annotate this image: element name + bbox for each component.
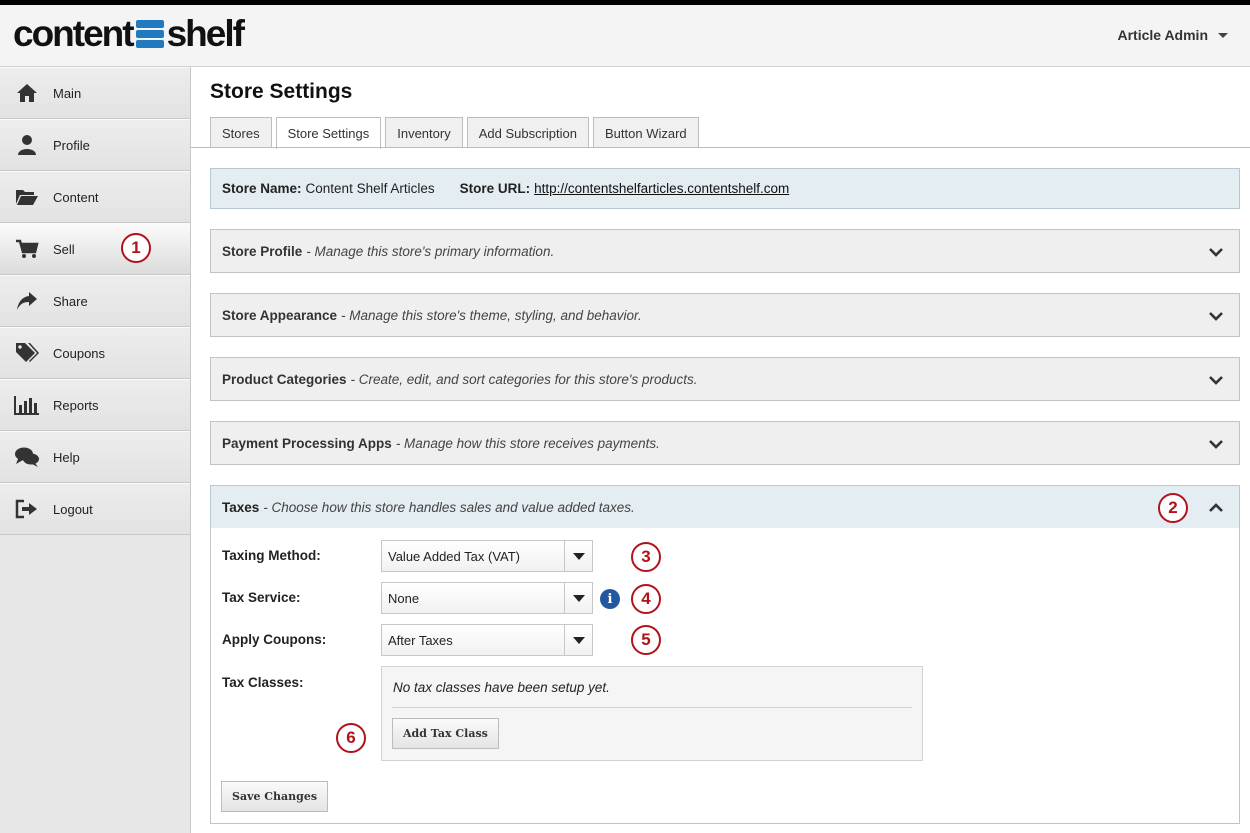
store-info-bar: Store Name: Content Shelf Articles Store…: [210, 168, 1240, 209]
panel-title: Store Profile: [222, 243, 303, 259]
tab-add-subscription[interactable]: Add Subscription: [466, 117, 589, 148]
panel-title: Payment Processing Apps: [222, 435, 392, 451]
tax-classes-empty-message: No tax classes have been setup yet.: [393, 680, 610, 695]
logo-stack-icon: [135, 20, 164, 48]
chat-bubbles-icon: [14, 445, 40, 469]
panel-title: Taxes: [222, 499, 260, 515]
panel-store-profile[interactable]: Store Profile - Manage this store's prim…: [210, 229, 1240, 273]
callout-marker: 5: [631, 625, 661, 655]
tax-service-select[interactable]: None: [381, 582, 593, 614]
cart-icon: [14, 237, 40, 261]
sidebar-item-reports[interactable]: Reports: [0, 379, 190, 431]
tab-inventory[interactable]: Inventory: [385, 117, 463, 148]
user-name: Article Admin: [1117, 27, 1209, 43]
panel-description: - Manage this store's theme, styling, an…: [341, 307, 642, 323]
tab-button-wizard[interactable]: Button Wizard: [593, 117, 699, 148]
taxing-method-select[interactable]: Value Added Tax (VAT): [381, 540, 593, 572]
taxing-method-label: Taxing Method:: [222, 548, 321, 563]
chevron-down-icon[interactable]: [1209, 373, 1223, 387]
chevron-down-icon[interactable]: [1209, 245, 1223, 259]
save-changes-button[interactable]: Save Changes: [221, 781, 329, 812]
info-icon[interactable]: i: [600, 589, 620, 609]
panel-description: - Manage this store's primary informatio…: [306, 243, 555, 259]
top-header: content shelf Article Admin: [0, 0, 1250, 67]
panel-description: - Manage how this store receives payment…: [395, 435, 660, 451]
panel-description: - Choose how this store handles sales an…: [263, 499, 635, 515]
callout-marker: 4: [631, 584, 661, 614]
bar-chart-icon: [14, 393, 40, 417]
settings-tabs: Stores Store Settings Inventory Add Subs…: [210, 117, 699, 149]
apply-coupons-select[interactable]: After Taxes: [381, 624, 593, 656]
sidebar-item-label: Content: [53, 189, 99, 205]
select-value: None: [388, 590, 420, 606]
panel-payment-processing-apps[interactable]: Payment Processing Apps - Manage how thi…: [210, 421, 1240, 465]
tax-classes-box: No tax classes have been setup yet. Add …: [381, 666, 923, 761]
panel-taxes[interactable]: Taxes - Choose how this store handles sa…: [210, 485, 1240, 529]
tax-classes-label: Tax Classes:: [222, 675, 304, 690]
sidebar-item-coupons[interactable]: Coupons: [0, 327, 190, 379]
caret-down-icon: [1218, 32, 1228, 38]
chevron-down-icon[interactable]: [1209, 437, 1223, 451]
tab-store-settings[interactable]: Store Settings: [275, 117, 382, 149]
sidebar-item-label: Main: [53, 85, 82, 101]
sidebar-nav: Main Profile Content Sell Share Coupons: [0, 67, 191, 833]
share-arrow-icon: [14, 289, 40, 313]
apply-coupons-label: Apply Coupons:: [222, 632, 327, 647]
dropdown-arrow-icon: [564, 541, 592, 571]
chevron-down-icon[interactable]: [1209, 309, 1223, 323]
sidebar-item-label: Help: [53, 449, 80, 465]
sidebar-item-content[interactable]: Content: [0, 171, 190, 223]
tags-icon: [14, 341, 40, 365]
sidebar-item-help[interactable]: Help: [0, 431, 190, 483]
store-url-label: Store URL:: [459, 181, 531, 196]
chevron-up-icon[interactable]: [1209, 501, 1223, 515]
sidebar-item-label: Reports: [53, 397, 99, 413]
add-tax-class-button[interactable]: Add Tax Class: [392, 718, 499, 749]
store-name-value: Content Shelf Articles: [305, 181, 435, 196]
sidebar-item-label: Coupons: [53, 345, 106, 361]
sidebar-item-label: Profile: [53, 137, 90, 153]
sidebar-item-main[interactable]: Main: [0, 67, 190, 119]
page-title: Store Settings: [210, 80, 353, 103]
contentshelf-logo[interactable]: content shelf: [13, 13, 245, 54]
panel-product-categories[interactable]: Product Categories - Create, edit, and s…: [210, 357, 1240, 401]
user-menu[interactable]: Article Admin: [1117, 27, 1228, 43]
select-value: After Taxes: [388, 632, 453, 648]
sidebar-item-logout[interactable]: Logout: [0, 483, 190, 535]
tab-stores[interactable]: Stores: [210, 117, 272, 148]
select-value: Value Added Tax (VAT): [388, 548, 520, 564]
tax-service-label: Tax Service:: [222, 590, 301, 605]
home-icon: [14, 81, 40, 105]
logout-icon: [14, 497, 40, 521]
callout-marker: 1: [121, 233, 151, 263]
panel-title: Store Appearance: [222, 307, 338, 323]
dropdown-arrow-icon: [564, 625, 592, 655]
tab-divider: [191, 147, 1250, 148]
logo-text-right: shelf: [166, 13, 245, 54]
panel-title: Product Categories: [222, 371, 347, 387]
dropdown-arrow-icon: [564, 583, 592, 613]
store-url-link[interactable]: http://contentshelfarticles.contentshelf…: [534, 181, 789, 196]
user-icon: [14, 133, 40, 157]
callout-marker: 6: [336, 723, 366, 753]
callout-marker: 2: [1158, 493, 1188, 523]
logo-text-left: content: [13, 13, 135, 54]
store-name-label: Store Name:: [222, 181, 302, 196]
sidebar-item-label: Share: [53, 293, 88, 309]
sidebar-item-label: Sell: [53, 241, 75, 257]
panel-store-appearance[interactable]: Store Appearance - Manage this store's t…: [210, 293, 1240, 337]
sidebar-item-sell[interactable]: Sell: [0, 223, 190, 275]
folder-open-icon: [14, 185, 40, 209]
callout-marker: 3: [631, 542, 661, 572]
sidebar-item-label: Logout: [53, 501, 93, 517]
divider: [392, 707, 912, 708]
sidebar-item-profile[interactable]: Profile: [0, 119, 190, 171]
sidebar-item-share[interactable]: Share: [0, 275, 190, 327]
panel-description: - Create, edit, and sort categories for …: [350, 371, 698, 387]
